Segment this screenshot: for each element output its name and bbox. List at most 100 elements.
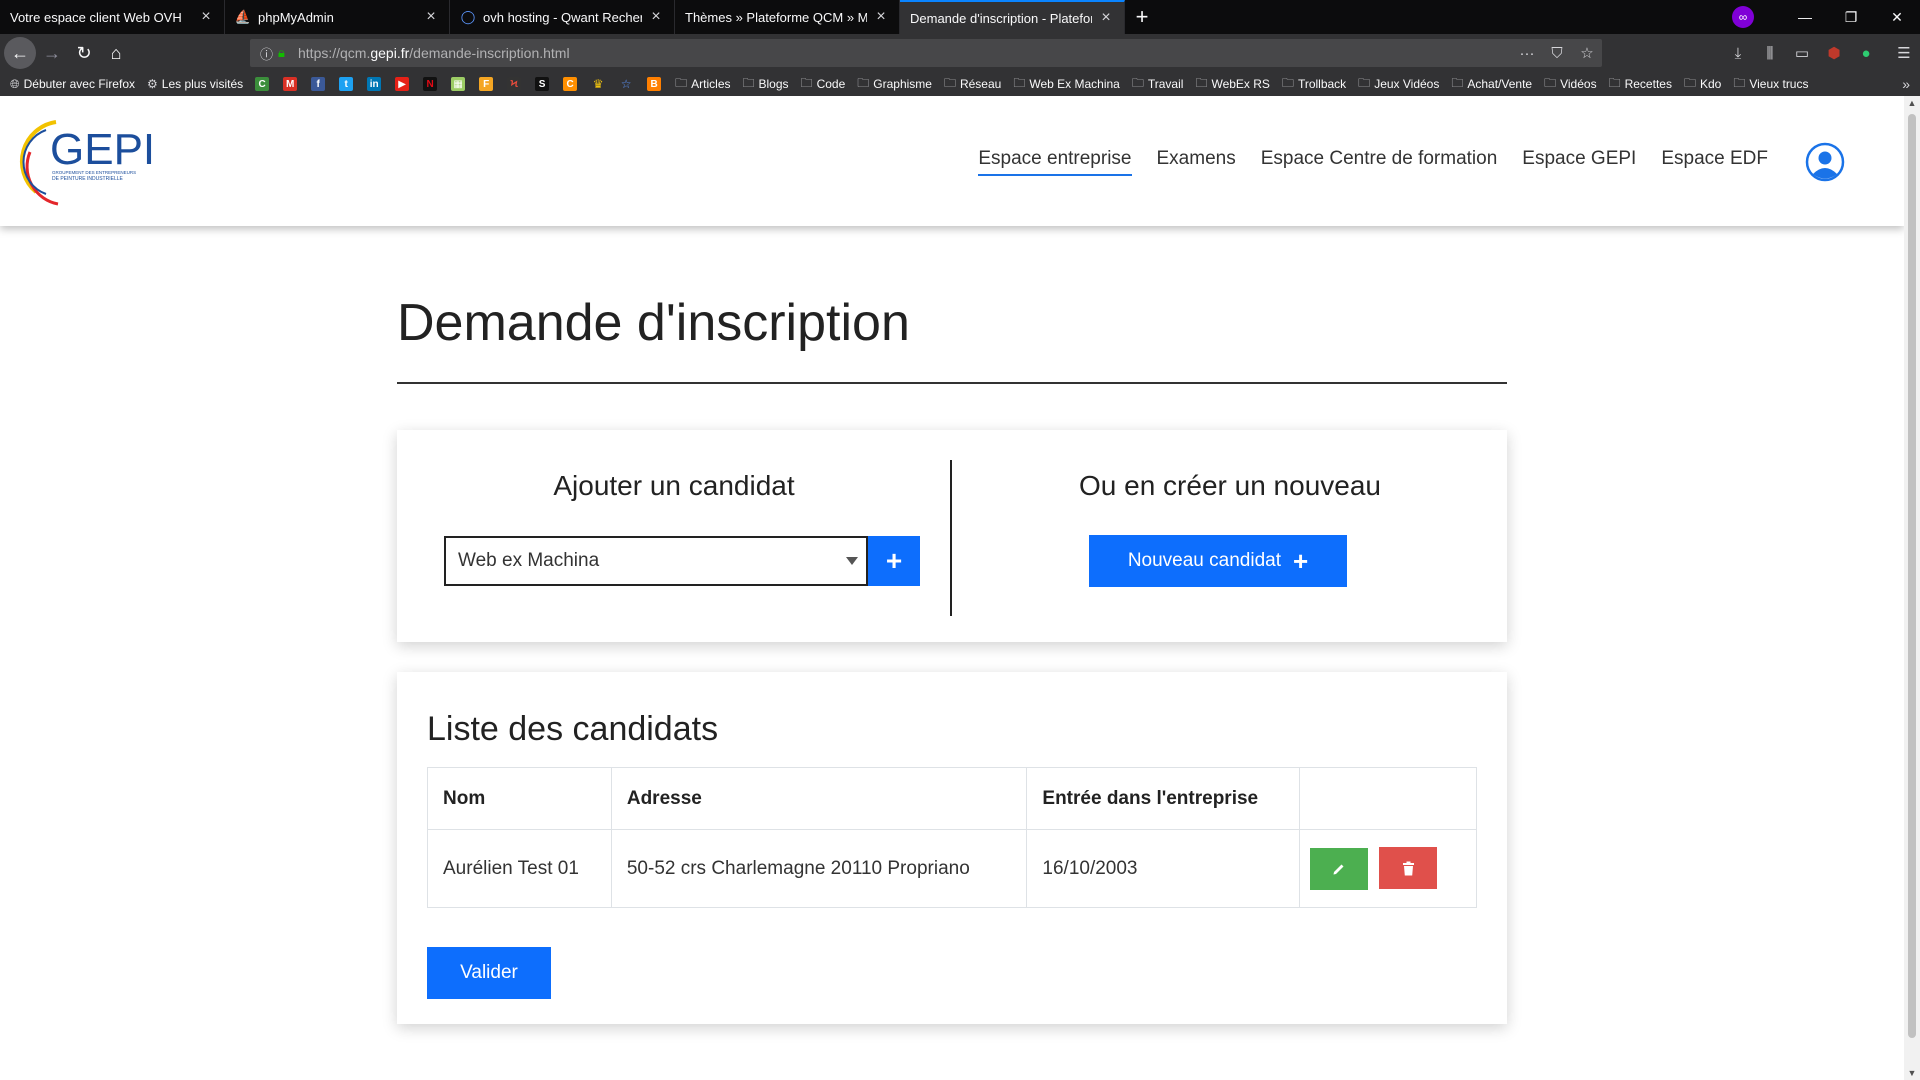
- bookmark-folder[interactable]: 🗀 Articles: [675, 74, 730, 95]
- pocket-icon[interactable]: ⛉: [1542, 45, 1572, 62]
- add-existing-column: Ajouter un candidat Web ex Machina +: [397, 430, 951, 642]
- linkedin-icon[interactable]: in: [367, 77, 382, 91]
- more-bookmarks-icon[interactable]: »: [1902, 76, 1910, 92]
- bookmark-folder[interactable]: 🗀 Vidéos: [1544, 74, 1597, 95]
- tab-qwant[interactable]: ◯ ovh hosting - Qwant Recherche ×: [450, 0, 675, 34]
- downloads-icon[interactable]: ⤓: [1722, 45, 1754, 62]
- ublock-icon[interactable]: ⬢: [1818, 44, 1850, 62]
- bookmark-favicon[interactable]: B: [647, 77, 662, 91]
- bookmark-folder[interactable]: 🗀 Web Ex Machina: [1013, 74, 1120, 95]
- bookmark-item[interactable]: 🌐︎ Débuter avec Firefox: [10, 77, 135, 92]
- tab-title: Demande d'inscription - Plateform: [910, 10, 1092, 26]
- star-icon[interactable]: ☆: [619, 77, 633, 91]
- bookmark-folder[interactable]: 🗀 Jeux Vidéos: [1358, 74, 1439, 95]
- home-button[interactable]: ⌂: [100, 37, 132, 69]
- bookmark-folder[interactable]: 🗀 Achat/Vente: [1451, 74, 1532, 95]
- gmail-icon[interactable]: M: [283, 77, 298, 91]
- bookmark-folder[interactable]: 🗀 Réseau: [944, 74, 1001, 95]
- bookmark-folder[interactable]: 🗀 Recettes: [1609, 74, 1672, 95]
- cell-nom: Aurélien Test 01: [427, 829, 612, 908]
- edit-button[interactable]: [1310, 847, 1369, 890]
- bookmark-favicon[interactable]: ▦: [451, 77, 466, 91]
- candidate-select[interactable]: Web ex Machina: [444, 536, 868, 586]
- trash-icon: [1402, 861, 1414, 876]
- scroll-down-icon[interactable]: ▼: [1904, 1068, 1920, 1078]
- bookmark-favicon[interactable]: Ϟ: [507, 77, 522, 91]
- tab-themes[interactable]: Thèmes » Plateforme QCM » Modu ×: [675, 0, 900, 34]
- info-icon[interactable]: ⓘ: [260, 44, 278, 63]
- bookmark-favicon[interactable]: S: [535, 77, 550, 91]
- bookmark-folder[interactable]: 🗀 Code: [801, 74, 846, 95]
- bookmark-favicon[interactable]: C: [563, 77, 578, 91]
- minimize-button[interactable]: —: [1782, 9, 1828, 25]
- youtube-icon[interactable]: ▶: [395, 77, 410, 91]
- bookmark-folder[interactable]: 🗀 Trollback: [1282, 74, 1346, 95]
- add-candidate-card: Ajouter un candidat Web ex Machina + Ou …: [397, 430, 1507, 642]
- pencil-icon: [1333, 864, 1344, 875]
- add-candidate-button[interactable]: +: [868, 536, 920, 586]
- folder-icon: 🗀: [1195, 75, 1208, 90]
- tab-phpmyadmin[interactable]: ⛵ phpMyAdmin ×: [225, 0, 450, 34]
- menu-espace-centre-formation[interactable]: Espace Centre de formation: [1261, 148, 1498, 176]
- close-tab-icon[interactable]: ×: [648, 8, 664, 26]
- tab-title: Thèmes » Plateforme QCM » Modu: [685, 9, 867, 25]
- main-container: Demande d'inscription Ajouter un candida…: [397, 226, 1507, 1024]
- forward-button[interactable]: →: [36, 37, 68, 69]
- scrollbar-thumb[interactable]: [1908, 114, 1916, 1038]
- menu-icon[interactable]: ☰: [1888, 44, 1920, 62]
- sidebar-icon[interactable]: ▭: [1786, 44, 1818, 62]
- close-tab-icon[interactable]: ×: [423, 8, 439, 26]
- extension-icon[interactable]: ●: [1850, 45, 1882, 62]
- globe-icon: 🌐︎: [10, 76, 20, 91]
- bookmark-folder[interactable]: 🗀 Vieux trucs: [1733, 74, 1808, 95]
- delete-button[interactable]: [1379, 847, 1438, 890]
- close-tab-icon[interactable]: ×: [873, 8, 889, 26]
- folder-icon: 🗀: [943, 75, 956, 90]
- bookmark-favicon[interactable]: C: [255, 77, 270, 91]
- menu-espace-edf[interactable]: Espace EDF: [1661, 148, 1768, 176]
- crown-icon[interactable]: ♛: [591, 77, 605, 91]
- facebook-icon[interactable]: f: [311, 77, 326, 91]
- gepi-logo[interactable]: GEPI GROUPEMENT DES ENTREPRENEURS DE PEI…: [16, 112, 152, 207]
- bookmark-item[interactable]: ⚙ Les plus visités: [147, 77, 243, 91]
- bookmark-folder[interactable]: 🗀 Kdo: [1684, 74, 1721, 95]
- menu-espace-gepi[interactable]: Espace GEPI: [1522, 148, 1636, 176]
- menu-examens[interactable]: Examens: [1157, 148, 1236, 176]
- bookmark-folder[interactable]: 🗀 Graphisme: [857, 74, 932, 95]
- scroll-up-icon[interactable]: ▲: [1904, 98, 1920, 108]
- bookmark-star-icon[interactable]: ☆: [1572, 44, 1602, 62]
- folder-icon: 🗀: [1358, 75, 1371, 90]
- address-bar[interactable]: ⓘ 🔒︎ https://qcm.gepi.fr/demande-inscrip…: [250, 39, 1602, 67]
- twitter-icon[interactable]: t: [339, 77, 354, 91]
- page-actions-icon[interactable]: ···: [1512, 45, 1542, 62]
- cell-adresse: 50-52 crs Charlemagne 20110 Propriano: [610, 829, 1028, 908]
- vertical-divider: [950, 460, 952, 616]
- browser-nav-bar: ← → ↻ ⌂ ⓘ 🔒︎ https://qcm.gepi.fr/demande…: [0, 34, 1920, 72]
- page-title: Demande d'inscription: [397, 294, 910, 352]
- bookmark-folder[interactable]: 🗀 WebEx RS: [1195, 74, 1269, 95]
- close-tab-icon[interactable]: ×: [1098, 9, 1114, 27]
- restore-button[interactable]: ❐: [1828, 9, 1874, 26]
- tab-demande-inscription[interactable]: Demande d'inscription - Plateform ×: [900, 0, 1125, 34]
- back-button[interactable]: ←: [4, 37, 36, 69]
- new-tab-button[interactable]: +: [1125, 0, 1159, 34]
- folder-icon: 🗀: [1131, 75, 1144, 90]
- close-tab-icon[interactable]: ×: [198, 8, 214, 26]
- page-scrollbar[interactable]: ▲ ▼: [1904, 96, 1920, 1080]
- create-new-column: Ou en créer un nouveau Nouveau candidat …: [953, 430, 1507, 642]
- tab-ovh[interactable]: Votre espace client Web OVH ×: [0, 0, 225, 34]
- cell-entree: 16/10/2003: [1026, 829, 1301, 908]
- bookmark-favicon[interactable]: F: [479, 77, 494, 91]
- user-avatar-icon[interactable]: [1805, 142, 1845, 182]
- library-icon[interactable]: ⫼: [1754, 45, 1786, 62]
- close-window-button[interactable]: ✕: [1874, 9, 1920, 26]
- valider-button[interactable]: Valider: [427, 947, 551, 999]
- folder-icon: 🗀: [1733, 75, 1746, 90]
- menu-espace-entreprise[interactable]: Espace entreprise: [978, 148, 1132, 176]
- netflix-icon[interactable]: N: [423, 77, 438, 91]
- bookmark-folder[interactable]: 🗀 Blogs: [743, 74, 789, 95]
- bookmark-folder[interactable]: 🗀 Travail: [1132, 74, 1184, 95]
- reload-button[interactable]: ↻: [68, 37, 100, 69]
- new-candidate-button[interactable]: Nouveau candidat +: [1089, 535, 1347, 587]
- folder-icon: 🗀: [1451, 75, 1464, 90]
